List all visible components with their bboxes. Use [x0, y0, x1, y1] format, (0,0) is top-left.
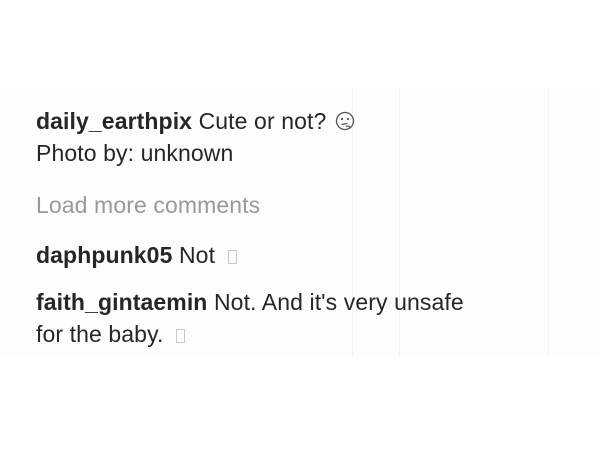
caption-text: Cute or not? [198, 108, 327, 134]
comment-text: Not. And it's very unsafe [213, 289, 464, 315]
comment: daphpunk05 Not [36, 239, 560, 271]
comment-username[interactable]: faith_gintaemin [36, 289, 207, 315]
missing-glyph-icon [227, 250, 237, 264]
comment-text: Not [178, 242, 216, 268]
comment-text-continued: for the baby. [36, 321, 164, 347]
caption-username[interactable]: daily_earthpix [36, 108, 192, 134]
load-more-comments-link[interactable]: Load more comments [36, 189, 560, 221]
comment-username[interactable]: daphpunk05 [36, 242, 172, 268]
caption-credit: Photo by: unknown [36, 140, 234, 166]
comment: faith_gintaemin Not. And it's very unsaf… [36, 286, 560, 350]
thinking-face-icon [335, 111, 355, 131]
missing-glyph-icon [175, 329, 185, 343]
post-caption: daily_earthpix Cute or not? Photo by: un… [36, 105, 560, 169]
